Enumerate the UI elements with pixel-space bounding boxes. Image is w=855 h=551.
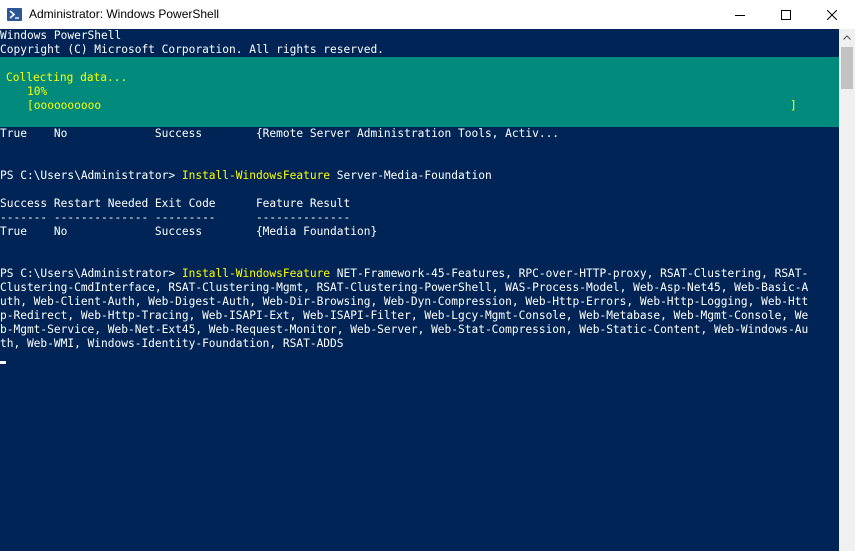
text-cursor	[0, 361, 6, 364]
banner-title: Windows PowerShell	[0, 29, 122, 42]
console-output[interactable]: Windows PowerShell Copyright (C) Microso…	[0, 29, 839, 551]
close-button[interactable]	[809, 0, 855, 29]
command-args-wrap: Clustering-CmdInterface, RSAT-Clustering…	[0, 281, 809, 294]
scroll-up-button[interactable]	[839, 29, 855, 46]
progress-percent: 10%	[27, 85, 48, 98]
progress-activity: Collecting data...	[6, 71, 128, 84]
command-args-wrap: uth, Web-Client-Auth, Web-Digest-Auth, W…	[0, 295, 809, 308]
minimize-icon	[735, 14, 745, 16]
command-args-wrap: p-Redirect, Web-Http-Tracing, Web-ISAPI-…	[0, 309, 809, 322]
close-icon	[827, 9, 837, 20]
powershell-window: Administrator: Windows PowerShell Window…	[0, 0, 855, 551]
result-row: True No Success {Media Foundation}	[0, 225, 378, 238]
command-line-2: PS C:\Users\Administrator> Install-Windo…	[0, 267, 808, 281]
powershell-icon	[7, 8, 22, 21]
scroll-up-arrow-icon	[843, 35, 851, 40]
scrollbar-thumb[interactable]	[841, 47, 853, 89]
maximize-button[interactable]	[763, 0, 809, 29]
progress-bar: [oooooooooo	[27, 99, 102, 112]
title-bar[interactable]: Administrator: Windows PowerShell	[0, 0, 855, 29]
result-header: Success Restart Needed Exit Code Feature…	[0, 197, 351, 210]
command-name: Install-WindowsFeature	[181, 267, 331, 280]
progress-bar-end: ]	[790, 99, 797, 112]
command-args-wrap: b-Mgmt-Service, Web-Net-Ext45, Web-Reque…	[0, 323, 809, 336]
vertical-scrollbar[interactable]	[839, 29, 855, 551]
result-divider: ------- -------------- --------- -------…	[0, 211, 351, 224]
maximize-icon	[781, 9, 791, 20]
command-name: Install-WindowsFeature	[181, 169, 331, 182]
progress-panel: Collecting data... 10% [oooooooooo ]	[0, 57, 839, 127]
previous-result-row: True No Success {Remote Server Administr…	[0, 127, 560, 140]
minimize-button[interactable]	[717, 0, 763, 29]
command-args: Server-Media-Foundation	[330, 169, 492, 182]
prompt: PS C:\Users\Administrator>	[0, 169, 182, 182]
command-line-1: PS C:\Users\Administrator> Install-Windo…	[0, 169, 492, 183]
window-title: Administrator: Windows PowerShell	[29, 7, 220, 21]
command-args-wrap: th, Web-WMI, Windows-Identity-Foundation…	[0, 337, 344, 350]
prompt: PS C:\Users\Administrator>	[0, 267, 182, 280]
banner-copyright: Copyright (C) Microsoft Corporation. All…	[0, 43, 384, 56]
command-args: NET-Framework-45-Features, RPC-over-HTTP…	[330, 267, 809, 280]
